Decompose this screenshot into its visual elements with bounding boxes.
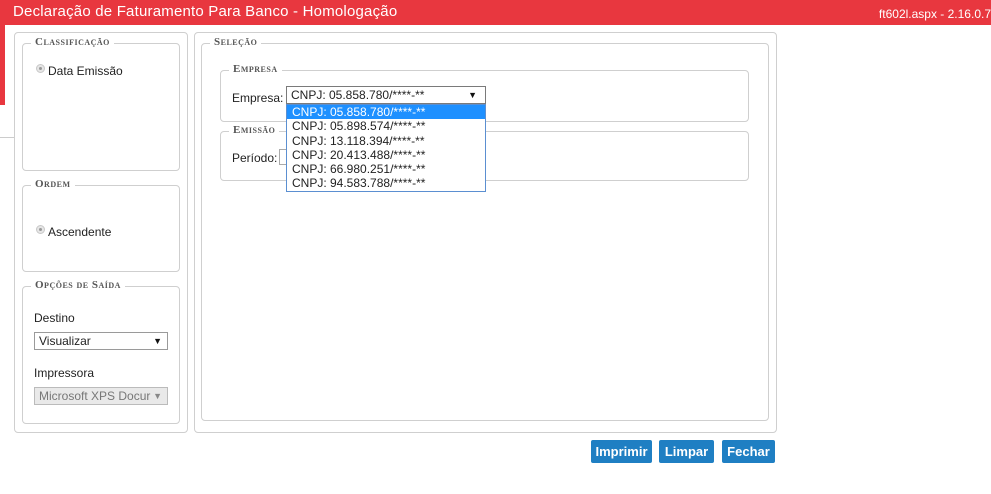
chevron-down-icon: ▼ xyxy=(468,90,477,100)
empresa-label: Empresa: xyxy=(232,91,284,105)
left-accent-strip xyxy=(0,25,5,105)
periodo-label: Período: xyxy=(232,151,278,165)
classificacao-legend: Classificação xyxy=(31,36,114,48)
imprimir-button[interactable]: Imprimir xyxy=(591,440,652,463)
impressora-value: Microsoft XPS Docur xyxy=(39,389,151,403)
impressora-select: Microsoft XPS Docur ▼ xyxy=(34,387,168,405)
selecao-legend: Seleção xyxy=(210,36,262,48)
opcoes-saida-fieldset: Opções de Saída Destino Visualizar ▼ Imp… xyxy=(22,279,180,424)
ordem-fieldset: Ordem Ascendente xyxy=(22,178,180,272)
emissao-legend: Emissão xyxy=(229,124,280,136)
empresa-select[interactable]: CNPJ: 05.858.780/****-** ▼ xyxy=(286,86,486,104)
destino-label: Destino xyxy=(34,311,75,325)
empresa-legend: Empresa xyxy=(229,63,282,75)
data-emissao-label: Data Emissão xyxy=(48,64,123,78)
destino-select[interactable]: Visualizar ▼ xyxy=(34,332,168,350)
empresa-dropdown-list: CNPJ: 05.858.780/****-** CNPJ: 05.898.57… xyxy=(286,104,486,192)
page-title: Declaração de Faturamento Para Banco - H… xyxy=(13,3,398,20)
fechar-button[interactable]: Fechar xyxy=(722,440,775,463)
left-divider xyxy=(0,137,14,138)
classificacao-fieldset: Classificação Data Emissão xyxy=(22,36,180,171)
ascendente-label: Ascendente xyxy=(48,225,112,239)
ascendente-radio[interactable] xyxy=(36,225,45,234)
empresa-option[interactable]: CNPJ: 66.980.251/****-** xyxy=(287,162,485,176)
empresa-option[interactable]: CNPJ: 94.583.788/****-** xyxy=(287,176,485,190)
opcoes-saida-legend: Opções de Saída xyxy=(31,279,125,291)
version-label: ft602l.aspx - 2.16.0.7 xyxy=(878,7,991,21)
empresa-option[interactable]: CNPJ: 13.118.394/****-** xyxy=(287,134,485,148)
chevron-down-icon: ▼ xyxy=(153,336,162,346)
limpar-button[interactable]: Limpar xyxy=(659,440,714,463)
empresa-selected-value: CNPJ: 05.858.780/****-** xyxy=(291,88,425,102)
left-panel: Classificação Data Emissão Ordem Ascende… xyxy=(14,32,188,433)
empresa-option[interactable]: CNPJ: 05.858.780/****-** xyxy=(287,105,485,120)
destino-value: Visualizar xyxy=(39,334,91,348)
ordem-legend: Ordem xyxy=(31,178,75,190)
data-emissao-radio[interactable] xyxy=(36,64,45,73)
title-bar: Declaração de Faturamento Para Banco - H… xyxy=(0,0,991,25)
chevron-down-icon: ▼ xyxy=(153,391,162,401)
impressora-label: Impressora xyxy=(34,366,95,380)
empresa-option[interactable]: CNPJ: 05.898.574/****-** xyxy=(287,119,485,133)
empresa-option[interactable]: CNPJ: 20.413.488/****-** xyxy=(287,148,485,162)
